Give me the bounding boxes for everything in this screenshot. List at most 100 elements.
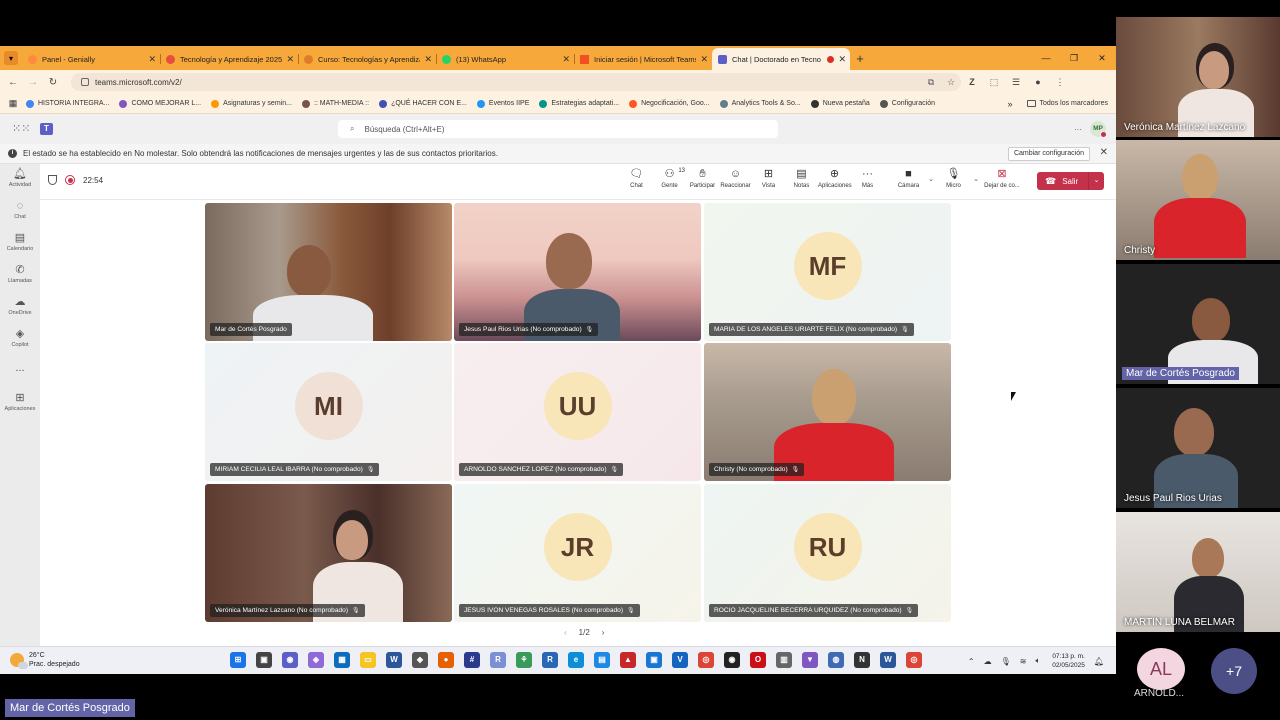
bookmark-item[interactable]: HISTORIA INTEGRA...: [26, 99, 109, 108]
bookmark-item[interactable]: ¿QUÉ HACER CON E...: [379, 99, 467, 108]
windows-start-icon[interactable]: ⊞: [230, 652, 246, 668]
bookmark-item[interactable]: Asignaturas y semin...: [211, 99, 292, 108]
close-icon[interactable]: ✕: [838, 54, 846, 65]
tab-genially[interactable]: Panel - Genially ✕: [22, 48, 160, 70]
extension-z-icon[interactable]: Z: [961, 77, 983, 87]
store-icon[interactable]: ▦: [334, 652, 350, 668]
participant-tile[interactable]: RU ROCIO JACQUELINE BECERRA URQUIDEZ (No…: [704, 484, 951, 622]
app-icon[interactable]: V: [672, 652, 688, 668]
rail-item-calls[interactable]: ✆ Llamadas: [0, 264, 40, 284]
reload-icon[interactable]: ↻: [43, 77, 63, 88]
task-view-icon[interactable]: ▣: [256, 652, 272, 668]
chrome-icon[interactable]: ◎: [698, 652, 714, 668]
clock[interactable]: 07:13 p. m. 02/05/2025: [1052, 652, 1085, 670]
people-button[interactable]: ⚇ 13 Gente: [653, 167, 686, 189]
app-icon[interactable]: ▣: [646, 652, 662, 668]
extensions-puzzle-icon[interactable]: ⬚: [983, 77, 1005, 88]
app-icon[interactable]: ⚘: [516, 652, 532, 668]
bookmark-item[interactable]: Estrategias adaptati...: [539, 99, 619, 108]
close-icon[interactable]: ✕: [1100, 147, 1108, 158]
chat-button[interactable]: 🗨︎ Chat: [620, 167, 653, 189]
chrome-active-icon[interactable]: ◎: [906, 652, 922, 668]
participant-tile[interactable]: Verónica Martínez Lazcano (No comprobado…: [205, 484, 452, 622]
participant-tile[interactable]: JR JESUS IVON VENEGAS ROSALES (No compro…: [454, 484, 701, 622]
rail-item-more[interactable]: ...: [0, 362, 40, 374]
user-avatar[interactable]: MP: [1090, 121, 1107, 138]
rail-item-chat[interactable]: ◌ Chat: [0, 200, 40, 220]
bookmark-item[interactable]: Configuración: [879, 99, 935, 108]
bookmark-item[interactable]: :: MATH-MEDIA ::: [301, 99, 369, 108]
avatar[interactable]: AL: [1137, 648, 1185, 690]
teams-app-icon[interactable]: ◉: [282, 652, 298, 668]
participant-tile[interactable]: UU ARNOLDO SANCHEZ LOPEZ (No comprobado)…: [454, 343, 701, 481]
back-icon[interactable]: ←: [3, 77, 23, 88]
star-icon[interactable]: ☆: [941, 77, 961, 88]
tab-tecnologia[interactable]: Tecnología y Aprendizaje 2025 ✕: [160, 48, 298, 70]
tab-search-button[interactable]: ▾: [0, 46, 22, 70]
close-icon[interactable]: ✕: [424, 54, 432, 65]
close-icon[interactable]: ✕: [286, 54, 294, 65]
side-participant-tile[interactable]: Jesus Paul Rios Urias: [1116, 388, 1280, 508]
word-app-icon[interactable]: W: [880, 652, 896, 668]
file-explorer-icon[interactable]: ▭: [360, 652, 376, 668]
notification-bell-icon[interactable]: 🔔︎: [1094, 657, 1104, 666]
maximize-icon[interactable]: ❐: [1060, 46, 1088, 70]
participant-tile[interactable]: Mar de Cortés Posgrado: [205, 203, 452, 341]
app-icon[interactable]: ▥: [776, 652, 792, 668]
participant-tile[interactable]: Christy (No comprobado) 🎙︎: [704, 343, 951, 481]
rail-item-calendar[interactable]: ▤ Calendario: [0, 232, 40, 252]
minimize-icon[interactable]: —: [1032, 46, 1060, 70]
url-input[interactable]: teams.microsoft.com/v2/ ⧉ ☆: [71, 73, 961, 91]
weather-widget[interactable]: 26°C Prac. despejado: [10, 651, 80, 669]
close-icon[interactable]: ✕: [148, 54, 156, 65]
apps-grid-icon[interactable]: ▦: [0, 98, 26, 109]
profile-avatar-icon[interactable]: ●: [1027, 77, 1049, 87]
word-app-icon[interactable]: W: [386, 652, 402, 668]
rail-item-apps[interactable]: ⊞ Aplicaciones: [0, 392, 40, 412]
apps-button[interactable]: ⊕ Aplicaciones: [818, 167, 852, 189]
side-participant-tile[interactable]: Christy: [1116, 140, 1280, 260]
close-window-icon[interactable]: ✕: [1088, 46, 1116, 70]
browser-menu-icon[interactable]: ⋮: [1049, 77, 1071, 88]
obs-icon[interactable]: ◉: [724, 652, 740, 668]
all-bookmarks-button[interactable]: Todos los marcadores: [1040, 100, 1108, 107]
camera-button[interactable]: ■ Cámara: [892, 167, 925, 189]
install-app-icon[interactable]: ⧉: [921, 77, 941, 88]
side-participant-tile[interactable]: MARTIN LUNA BELMAR: [1116, 512, 1280, 632]
react-button[interactable]: ☺ Reaccionar: [719, 167, 752, 189]
site-info-icon[interactable]: [81, 78, 89, 86]
bookmark-item[interactable]: Negocificación, Goo...: [629, 99, 710, 108]
side-participant-tile[interactable]: Verónica Martínez Lazcano: [1116, 17, 1280, 137]
tab-teams-chat[interactable]: Chat | Doctorado en Tecno ✕: [712, 48, 850, 70]
app-icon[interactable]: ◍: [828, 652, 844, 668]
chevron-double-right-icon[interactable]: »: [1008, 99, 1013, 109]
wifi-icon[interactable]: ≋: [1020, 657, 1027, 666]
microphone-icon[interactable]: 🎙︎: [1001, 657, 1011, 666]
app-icon[interactable]: R: [490, 652, 506, 668]
mic-button[interactable]: 🎙︎ Micro: [937, 167, 970, 189]
chevron-down-icon[interactable]: ⌄: [1088, 172, 1104, 190]
raise-hand-button[interactable]: ✋︎ Participar: [686, 167, 719, 189]
chevron-down-icon[interactable]: ⌄: [970, 167, 982, 189]
more-participants-button[interactable]: +7: [1211, 648, 1257, 694]
app-icon[interactable]: ▤: [594, 652, 610, 668]
bookmark-item[interactable]: Eventos IIPE: [476, 99, 529, 108]
search-input[interactable]: ⌕ Búsqueda (Ctrl+Alt+E): [338, 120, 778, 138]
chevron-down-icon[interactable]: ⌄: [925, 167, 937, 189]
view-button[interactable]: ⊞ Vista: [752, 167, 785, 189]
r-studio-icon[interactable]: R: [542, 652, 558, 668]
copilot-app-icon[interactable]: ◈: [308, 652, 324, 668]
change-settings-button[interactable]: Cambiar configuración: [1007, 147, 1090, 161]
chevron-up-icon[interactable]: ⌃: [968, 657, 975, 666]
tab-curso[interactable]: Curso: Tecnologías y Aprendiza ✕: [298, 48, 436, 70]
opera-icon[interactable]: O: [750, 652, 766, 668]
rail-item-activity[interactable]: 🔔︎ Actividad: [0, 168, 40, 188]
reading-list-icon[interactable]: ☰: [1005, 77, 1027, 88]
app-icon[interactable]: ▼: [802, 652, 818, 668]
participant-tile[interactable]: Jesus Paul Rios Urias (No comprobado) 🎙︎: [454, 203, 701, 341]
tab-teams-login[interactable]: Iniciar sesión | Microsoft Teams ✕: [574, 48, 712, 70]
new-tab-button[interactable]: +: [850, 48, 870, 70]
close-icon[interactable]: ✕: [700, 54, 708, 65]
bookmark-item[interactable]: COMO MEJORAR L...: [119, 99, 201, 108]
app-icon[interactable]: ◆: [412, 652, 428, 668]
